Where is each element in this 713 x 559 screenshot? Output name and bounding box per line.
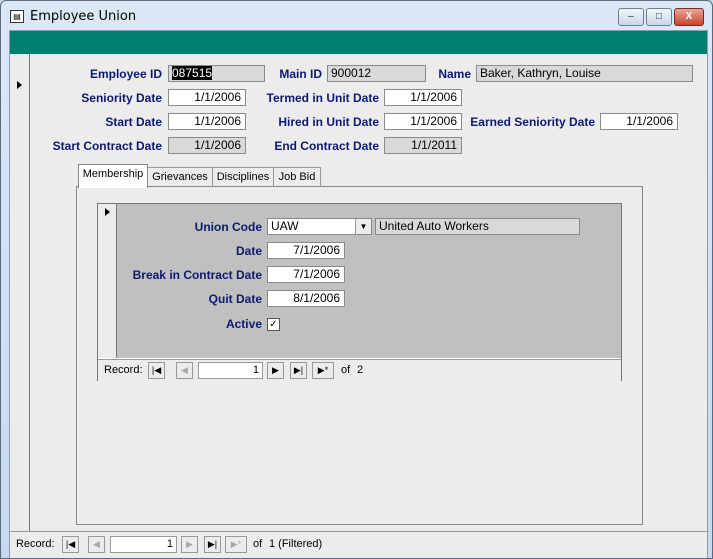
previous-record-icon[interactable]: ◀ bbox=[176, 362, 193, 379]
current-record-arrow-icon bbox=[17, 81, 22, 89]
hired-in-unit-date-field[interactable]: 1/1/2006 bbox=[384, 113, 462, 130]
union-name-field[interactable]: United Auto Workers bbox=[375, 218, 580, 235]
membership-subform: Union Code UAW ▼ United Auto Workers Dat… bbox=[97, 203, 622, 381]
main-id-field[interactable]: 900012 bbox=[327, 65, 426, 82]
quit-date-label: Quit Date bbox=[208, 292, 262, 306]
last-record-icon[interactable]: ▶| bbox=[290, 362, 307, 379]
active-checkbox[interactable]: ✓ bbox=[267, 318, 280, 331]
main-record-navigation: Record: |◀ ◀ 1 ▶ ▶| ▶* of 1 (Filtered) bbox=[10, 531, 707, 558]
termed-in-unit-date-field[interactable]: 1/1/2006 bbox=[384, 89, 462, 106]
start-contract-date-label: Start Contract Date bbox=[52, 139, 162, 153]
form-header-band bbox=[10, 31, 707, 54]
window-title: Employee Union bbox=[30, 9, 137, 24]
subform-record-label: Record: bbox=[104, 364, 143, 376]
next-record-icon[interactable]: ▶ bbox=[267, 362, 284, 379]
subform-of-text: of bbox=[341, 364, 351, 376]
title-bar[interactable]: ▤ Employee Union – □ X bbox=[1, 1, 712, 31]
subform-current-record-arrow-icon bbox=[105, 208, 110, 216]
hired-in-unit-date-label: Hired in Unit Date bbox=[278, 115, 379, 129]
earned-seniority-date-field[interactable]: 1/1/2006 bbox=[600, 113, 678, 130]
tab-membership[interactable]: Membership bbox=[78, 164, 148, 188]
chevron-down-icon[interactable]: ▼ bbox=[355, 219, 371, 234]
seniority-date-field[interactable]: 1/1/2006 bbox=[168, 89, 246, 106]
membership-tab-page: Union Code UAW ▼ United Auto Workers Dat… bbox=[76, 186, 643, 525]
break-in-contract-date-label: Break in Contract Date bbox=[132, 268, 262, 282]
subform-detail: Union Code UAW ▼ United Auto Workers Dat… bbox=[117, 204, 621, 358]
form-icon[interactable]: ▤ bbox=[10, 10, 24, 23]
membership-date-label: Date bbox=[235, 244, 262, 258]
minimize-button[interactable]: – bbox=[618, 8, 644, 26]
subform-record-selector[interactable] bbox=[98, 204, 117, 358]
union-code-combo[interactable]: UAW ▼ bbox=[267, 218, 372, 235]
tab-job-bid[interactable]: Job Bid bbox=[273, 167, 321, 187]
quit-date-field[interactable]: 8/1/2006 bbox=[267, 290, 345, 307]
main-last-record-icon[interactable]: ▶| bbox=[204, 536, 221, 553]
employee-id-field[interactable]: 087515 bbox=[168, 65, 265, 82]
tab-control: Membership Grievances Disciplines Job Bi… bbox=[76, 164, 643, 525]
start-date-field[interactable]: 1/1/2006 bbox=[168, 113, 246, 130]
active-label: Active bbox=[225, 317, 262, 331]
earned-seniority-date-label: Earned Seniority Date bbox=[470, 115, 595, 129]
form-client-area: Employee ID 087515 Main ID 900012 Name B… bbox=[9, 30, 708, 558]
main-of-text: of bbox=[253, 538, 263, 550]
union-code-value: UAW bbox=[271, 219, 299, 233]
union-code-label: Union Code bbox=[194, 220, 262, 234]
seniority-date-label: Seniority Date bbox=[81, 91, 162, 105]
application-window: ▤ Employee Union – □ X Employee ID 08751… bbox=[0, 0, 713, 559]
membership-date-field[interactable]: 7/1/2006 bbox=[267, 242, 345, 259]
main-record-total: 1 (Filtered) bbox=[269, 538, 323, 550]
main-current-record-input[interactable]: 1 bbox=[110, 536, 177, 553]
record-selector[interactable] bbox=[10, 54, 30, 531]
start-contract-date-field[interactable]: 1/1/2006 bbox=[168, 137, 246, 154]
name-field[interactable]: Baker, Kathryn, Louise bbox=[476, 65, 693, 82]
main-id-label: Main ID bbox=[279, 67, 322, 81]
end-contract-date-field[interactable]: 1/1/2011 bbox=[384, 137, 462, 154]
main-new-record-icon[interactable]: ▶* bbox=[225, 536, 247, 553]
subform-record-total: 2 bbox=[357, 364, 364, 376]
termed-in-unit-date-label: Termed in Unit Date bbox=[266, 91, 379, 105]
tab-disciplines[interactable]: Disciplines bbox=[212, 167, 274, 187]
employee-id-value: 087515 bbox=[172, 66, 213, 80]
end-contract-date-label: End Contract Date bbox=[274, 139, 379, 153]
subform-current-record-input[interactable]: 1 bbox=[198, 362, 263, 379]
name-label: Name bbox=[438, 67, 471, 81]
new-record-icon[interactable]: ▶* bbox=[312, 362, 334, 379]
main-previous-record-icon[interactable]: ◀ bbox=[88, 536, 105, 553]
main-record-label: Record: bbox=[16, 538, 55, 550]
close-button[interactable]: X bbox=[674, 8, 704, 26]
main-next-record-icon[interactable]: ▶ bbox=[181, 536, 198, 553]
subform-record-navigation: Record: |◀ ◀ 1 ▶ ▶| ▶* of 2 bbox=[98, 359, 621, 381]
main-first-record-icon[interactable]: |◀ bbox=[62, 536, 79, 553]
start-date-label: Start Date bbox=[105, 115, 162, 129]
employee-id-label: Employee ID bbox=[89, 67, 162, 81]
tab-grievances[interactable]: Grievances bbox=[147, 167, 213, 187]
first-record-icon[interactable]: |◀ bbox=[148, 362, 165, 379]
break-in-contract-date-field[interactable]: 7/1/2006 bbox=[267, 266, 345, 283]
maximize-button[interactable]: □ bbox=[646, 8, 672, 26]
